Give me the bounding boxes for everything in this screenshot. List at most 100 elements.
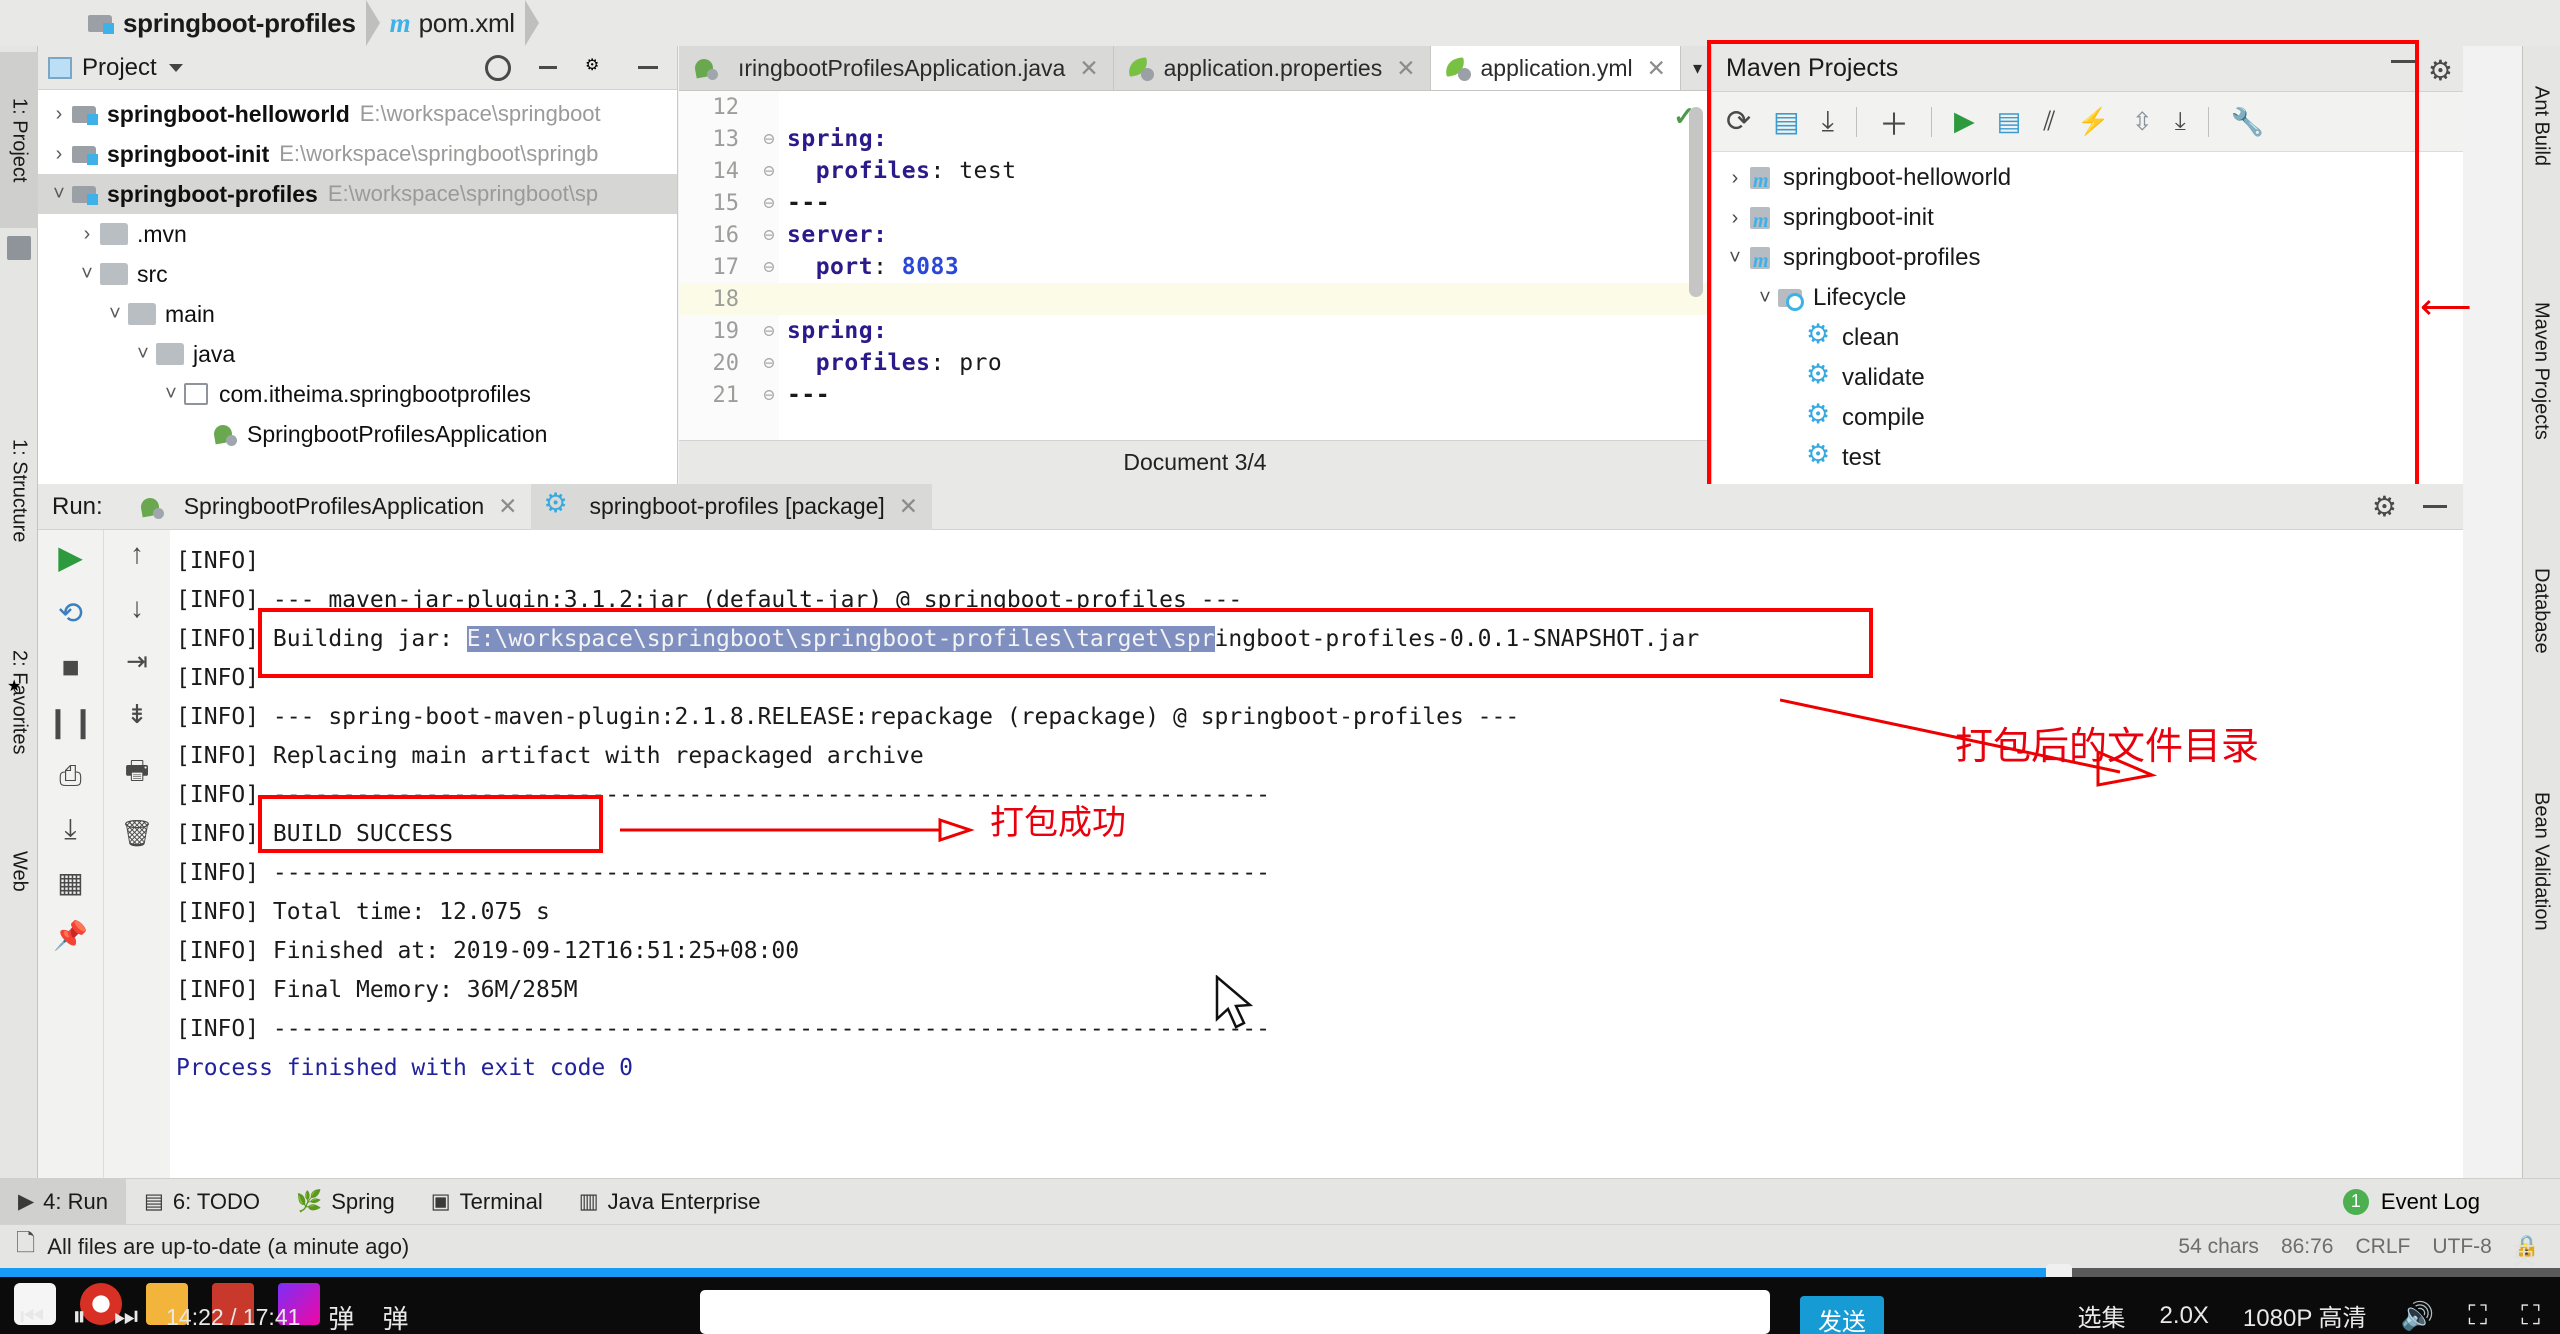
run-maven-build-icon[interactable]: ▶	[1954, 106, 1975, 137]
sidebar-tab-project[interactable]: 1: Project	[0, 52, 38, 228]
chevron-down-icon[interactable]: ˅	[102, 303, 128, 326]
play-pause-icon[interactable]: ⏸	[72, 1301, 86, 1333]
danmaku-input[interactable]	[700, 1290, 1770, 1334]
close-icon[interactable]: ✕	[1647, 55, 1666, 82]
video-progress-track[interactable]	[0, 1268, 2560, 1277]
sidebar-tab-database[interactable]: Database	[2522, 526, 2560, 696]
run-tab-package[interactable]: springboot-profiles [package] ✕	[531, 483, 933, 530]
chevron-down-icon[interactable]: ˅	[158, 383, 184, 406]
fold-marker-icon[interactable]: ⊖	[751, 384, 787, 406]
chevron-right-icon[interactable]: ›	[74, 223, 100, 246]
maven-tree-row[interactable]: ˅ springboot-profiles	[1712, 238, 2463, 278]
maven-tree-row[interactable]: clean	[1712, 318, 2463, 358]
toggle-skip-tests-icon[interactable]: ⫽	[2043, 106, 2055, 138]
generate-sources-icon[interactable]: ▤	[1773, 105, 1799, 138]
speed-button[interactable]: 2.0X	[2160, 1302, 2209, 1330]
sidebar-tab-favorites[interactable]: 2: Favorites	[0, 602, 38, 802]
project-tree-row[interactable]: ˅ src	[38, 254, 677, 294]
fold-marker-icon[interactable]: ⊖	[751, 320, 787, 342]
close-icon[interactable]: ✕	[899, 493, 918, 520]
console-output[interactable]: [INFO] [INFO] --- maven-jar-plugin:3.1.2:…	[170, 530, 2463, 1178]
next-icon[interactable]: ⏭	[114, 1301, 138, 1333]
bottom-tab-run[interactable]: ▶ 4: Run	[0, 1178, 126, 1225]
print-icon[interactable]: 🖶	[125, 752, 150, 796]
close-icon[interactable]: ✕	[1079, 55, 1098, 82]
editor-tab[interactable]: application.properties ✕	[1113, 46, 1431, 90]
close-icon[interactable]: ✕	[498, 493, 517, 520]
sidebar-tab-web[interactable]: Web	[0, 816, 38, 926]
scroll-up-icon[interactable]: ↑	[130, 538, 144, 570]
debug-icon[interactable]: ⟲	[58, 596, 83, 631]
run-settings-gear-icon[interactable]: ⚙	[2372, 490, 2397, 523]
fold-marker-icon[interactable]: ⊖	[751, 160, 787, 182]
widescreen-icon[interactable]: ⛶	[2468, 1300, 2487, 1332]
gear-icon[interactable]: ⚙	[585, 55, 611, 81]
fold-marker-icon[interactable]: ⊖	[751, 128, 787, 150]
maven-tree-row[interactable]: ˅ Lifecycle	[1712, 278, 2463, 318]
collapse-all-icon[interactable]	[535, 54, 561, 81]
project-tree-row[interactable]: › springboot-helloworld E:\workspace\sprin…	[38, 94, 677, 134]
chevron-down-icon[interactable]: ˅	[1722, 247, 1748, 270]
code-editor[interactable]: 12 13 ⊖ spring: 14 ⊖ profiles: test 15 ⊖ --- 16 ⊖ s…	[679, 91, 1711, 440]
maven-tree-row[interactable]: › springboot-helloworld	[1712, 158, 2463, 198]
close-icon[interactable]: ✕	[1396, 55, 1415, 82]
bottom-tab-todo[interactable]: ▤ 6: TODO	[126, 1179, 278, 1225]
pin-icon[interactable]: 📌	[53, 919, 88, 952]
chevron-right-icon[interactable]: ›	[46, 143, 72, 166]
previous-icon[interactable]: ⏮	[20, 1301, 44, 1333]
expand-all-icon[interactable]: ⇳	[2132, 107, 2153, 137]
sidebar-tab-bean-validation[interactable]: Bean Validation	[2522, 736, 2560, 986]
fold-marker-icon[interactable]: ⊖	[751, 256, 787, 278]
add-maven-project-icon[interactable]: ＋	[1879, 100, 1909, 144]
chevron-down-icon[interactable]: ˅	[46, 183, 72, 206]
bottom-tab-spring[interactable]: 🌿 Spring	[278, 1179, 413, 1225]
camera-icon[interactable]: ⎙	[59, 760, 81, 793]
project-tree-row[interactable]: › .mvn	[38, 214, 677, 254]
chevron-down-icon[interactable]	[168, 63, 183, 72]
project-tree-row[interactable]: ˅ com.itheima.springbootprofiles	[38, 374, 677, 414]
editor-tab[interactable]: application.yml ✕	[1430, 46, 1681, 90]
project-tree-row[interactable]: › springboot-init E:\workspace\springboot\…	[38, 134, 677, 174]
locate-icon[interactable]	[485, 54, 511, 81]
scroll-down-icon[interactable]: ↓	[130, 592, 144, 624]
chevron-down-icon[interactable]: ˅	[1752, 287, 1778, 310]
soft-wrap-icon[interactable]: ⇥	[126, 646, 148, 677]
maven-tree-row[interactable]: › springboot-init	[1712, 198, 2463, 238]
chevron-down-icon[interactable]: ˅	[130, 343, 156, 366]
project-tree-row[interactable]: ˅ springboot-profiles E:\workspace\springb…	[38, 174, 677, 214]
chevron-right-icon[interactable]: ›	[46, 103, 72, 126]
volume-icon[interactable]: 🔊	[2401, 1300, 2435, 1332]
editor-scrollbar[interactable]	[1689, 107, 1703, 297]
collect-button[interactable]: 选集	[2078, 1298, 2126, 1333]
export-icon[interactable]: ⤓	[64, 813, 76, 846]
bottom-tab-java-enterprise[interactable]: ▥ Java Enterprise	[561, 1179, 779, 1225]
send-button[interactable]: 发送	[1800, 1296, 1884, 1334]
pause-icon[interactable]: ❙❙	[45, 705, 95, 740]
event-log-button[interactable]: 1 Event Log	[2342, 1188, 2560, 1215]
collapse-all-icon[interactable]: ⤓	[2175, 107, 2186, 136]
download-sources-icon[interactable]: ⤓	[1822, 105, 1834, 138]
maven-settings-icon[interactable]: 🔧	[2231, 106, 2265, 138]
run-tab-application[interactable]: SpringbootProfilesApplication ✕	[125, 484, 532, 530]
danmaku-settings-icon[interactable]: 弹	[382, 1299, 408, 1334]
chevron-right-icon[interactable]: ›	[1722, 167, 1748, 190]
sidebar-tab-structure[interactable]: 1: Structure	[0, 386, 38, 596]
status-encoding[interactable]: UTF-8	[2432, 1235, 2492, 1259]
breadcrumb-file[interactable]: m pom.xml	[380, 0, 525, 46]
project-tree-row[interactable]: ˅ java	[38, 334, 677, 374]
fullscreen-icon[interactable]: ⛶	[2521, 1300, 2540, 1332]
stop-icon[interactable]: ■	[61, 651, 79, 685]
maven-tree-row[interactable]: validate	[1712, 358, 2463, 398]
scroll-to-end-icon[interactable]: ⇟	[126, 699, 148, 730]
reimport-icon[interactable]: ⟳	[1726, 104, 1751, 139]
grid-icon[interactable]: ▦	[57, 866, 83, 899]
sidebar-tab-maven-projects[interactable]: Maven Projects	[2522, 256, 2560, 486]
toggle-offline-icon[interactable]: ⚡	[2077, 106, 2109, 137]
editor-tab[interactable]: ıringbootProfilesApplication.java ✕	[679, 46, 1114, 90]
maven-gear-icon[interactable]: ⚙	[2428, 54, 2453, 87]
bottom-tab-terminal[interactable]: ▣ Terminal	[413, 1179, 561, 1225]
fold-marker-icon[interactable]: ⊖	[751, 192, 787, 214]
chevron-right-icon[interactable]: ›	[1722, 207, 1748, 230]
fold-marker-icon[interactable]: ⊖	[751, 352, 787, 374]
maven-hide-icon[interactable]	[2391, 60, 2415, 63]
